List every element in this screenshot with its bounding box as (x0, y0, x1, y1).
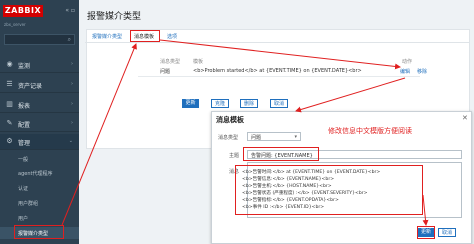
arrow-sidebar-to-tab (61, 43, 137, 226)
arrow-edit-to-dialog (295, 77, 406, 113)
annotation-arrows (61, 39, 429, 226)
arrow-tab-to-edit (159, 39, 401, 70)
arrow-message-to-update (422, 194, 429, 226)
